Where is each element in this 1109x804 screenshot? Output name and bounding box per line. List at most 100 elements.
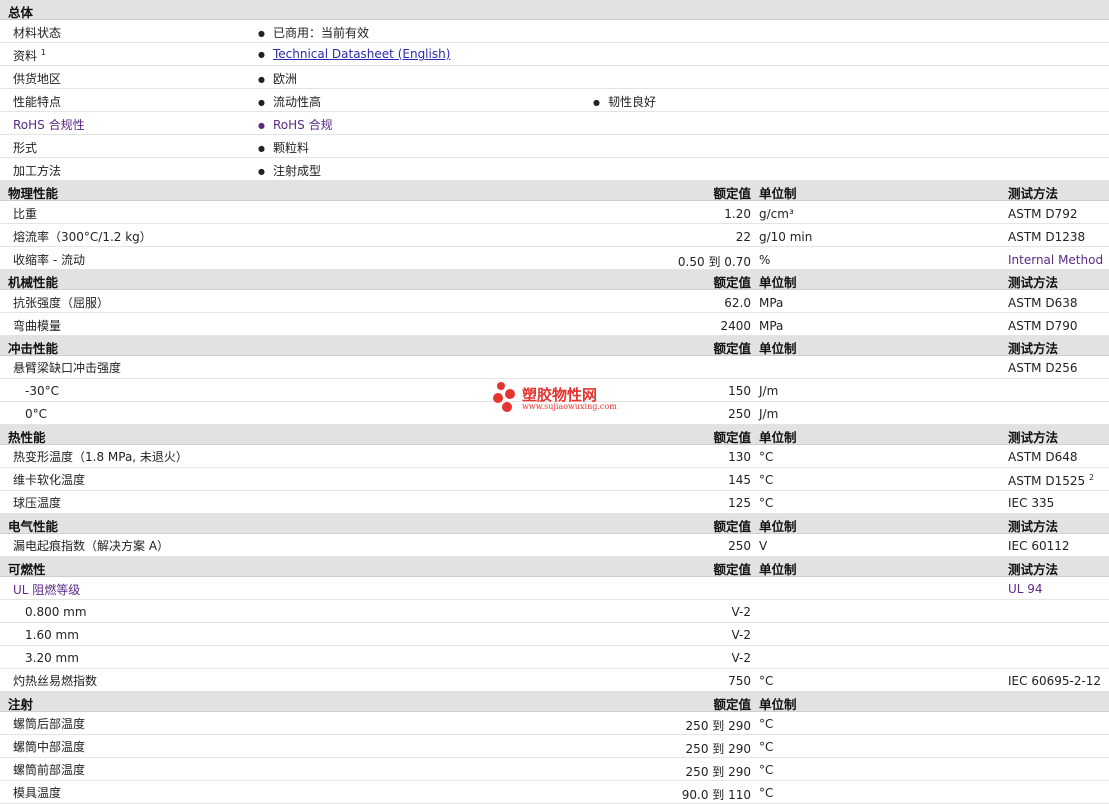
- column-method: 测试方法: [1008, 562, 1059, 577]
- nominal-value: 1.20: [724, 207, 751, 221]
- property-label: -30°C: [25, 384, 59, 398]
- nominal-value: V-2: [731, 628, 751, 642]
- technical-datasheet-link[interactable]: Technical Datasheet (English): [273, 47, 450, 61]
- table-row: 球压温度 125 °C IEC 335: [0, 491, 1109, 514]
- unit-value: °C: [759, 473, 774, 487]
- watermark-url: www.sujiaowuxing.com: [522, 402, 617, 411]
- table-row: 材料状态 已商用：当前有效: [0, 20, 1109, 43]
- column-unit: 单位制: [759, 697, 797, 712]
- unit-value: J/m: [759, 384, 779, 398]
- property-value: 颗粒料: [258, 139, 309, 156]
- property-label: 0.800 mm: [25, 605, 87, 619]
- nominal-value: 130: [728, 450, 751, 464]
- column-nominal: 额定值: [713, 519, 751, 534]
- datasheet-link-item: Technical Datasheet (English): [258, 47, 450, 61]
- unit-value: J/m: [759, 407, 779, 421]
- test-method: ASTM D648: [1008, 450, 1078, 464]
- test-method: IEC 60112: [1008, 539, 1070, 553]
- property-label: 螺筒后部温度: [13, 717, 86, 731]
- section-title: 物理性能: [8, 186, 59, 201]
- section-header-mechanical: 机械性能 额定值 单位制 测试方法: [0, 270, 1109, 290]
- property-label: 收缩率 - 流动: [13, 253, 85, 267]
- table-row: 0.800 mm V-2: [0, 600, 1109, 623]
- test-method: Internal Method: [1008, 253, 1104, 267]
- unit-value: V: [759, 539, 768, 553]
- column-method: 测试方法: [1008, 430, 1059, 445]
- test-method: ASTM D1525 2: [1008, 473, 1095, 488]
- section-title: 总体: [8, 5, 34, 20]
- unit-value: %: [759, 253, 771, 267]
- table-row: 比重 1.20 g/cm³ ASTM D792: [0, 201, 1109, 224]
- logo-dots-icon: [493, 382, 515, 412]
- table-row: 熔流率（300°C/1.2 kg） 22 g/10 min ASTM D1238: [0, 224, 1109, 247]
- table-row: 资料 1 Technical Datasheet (English): [0, 43, 1109, 66]
- section-title: 机械性能: [8, 275, 59, 290]
- watermark-logo: 塑胶物性网 www.sujiaowuxing.com: [493, 381, 623, 415]
- property-label: 螺筒中部温度: [13, 740, 86, 754]
- section-title: 电气性能: [8, 519, 59, 534]
- table-row: 供货地区 欧洲: [0, 66, 1109, 89]
- table-row: 螺筒中部温度 250 到 290 °C: [0, 735, 1109, 758]
- test-method: ASTM D638: [1008, 296, 1078, 310]
- property-value: RoHS 合规: [258, 116, 333, 133]
- property-value: 欧洲: [258, 70, 297, 87]
- section-title: 可燃性: [8, 562, 46, 577]
- section-header-flammability: 可燃性 额定值 单位制 测试方法: [0, 557, 1109, 577]
- property-label: 性能特点: [13, 95, 62, 109]
- table-row: 悬臂梁缺口冲击强度 ASTM D256: [0, 356, 1109, 379]
- table-row: 收缩率 - 流动 0.50 到 0.70 % Internal Method: [0, 247, 1109, 270]
- table-row: 1.60 mm V-2: [0, 623, 1109, 646]
- table-row: UL 阻燃等级 UL 94: [0, 577, 1109, 600]
- property-label: 0°C: [25, 407, 48, 421]
- nominal-value: 62.0: [724, 296, 751, 310]
- table-row: 螺筒前部温度 250 到 290 °C: [0, 758, 1109, 781]
- column-unit: 单位制: [759, 519, 797, 534]
- nominal-value: 250 到 290: [685, 742, 751, 756]
- property-label: 形式: [13, 141, 38, 155]
- column-unit: 单位制: [759, 430, 797, 445]
- property-value: 流动性高: [258, 93, 321, 110]
- property-label: 3.20 mm: [25, 651, 79, 665]
- unit-value: °C: [759, 450, 774, 464]
- unit-value: MPa: [759, 296, 784, 310]
- test-method: ASTM D792: [1008, 207, 1078, 221]
- column-nominal: 额定值: [713, 562, 751, 577]
- unit-value: °C: [759, 786, 774, 800]
- column-nominal: 额定值: [713, 186, 751, 201]
- unit-value: °C: [759, 717, 774, 731]
- nominal-value: 0.50 到 0.70: [677, 255, 751, 269]
- column-method: 测试方法: [1008, 275, 1059, 290]
- column-nominal: 额定值: [713, 341, 751, 356]
- section-header-thermal: 热性能 额定值 单位制 测试方法: [0, 425, 1109, 445]
- test-method: ASTM D1238: [1008, 230, 1086, 244]
- table-row: 模具温度 90.0 到 110 °C: [0, 781, 1109, 804]
- unit-value: g/cm³: [759, 207, 794, 221]
- property-label: 热变形温度（1.8 MPa, 未退火）: [13, 450, 188, 464]
- test-method: IEC 60695-2-12: [1008, 674, 1102, 688]
- nominal-value: 250: [728, 539, 751, 553]
- column-nominal: 额定值: [713, 697, 751, 712]
- table-row: 加工方法 注射成型: [0, 158, 1109, 181]
- test-method: ASTM D256: [1008, 361, 1078, 375]
- column-unit: 单位制: [759, 186, 797, 201]
- unit-value: °C: [759, 763, 774, 777]
- nominal-value: 750: [728, 674, 751, 688]
- section-title: 热性能: [8, 430, 46, 445]
- property-label: 熔流率（300°C/1.2 kg）: [13, 230, 152, 244]
- nominal-value: 145: [728, 473, 751, 487]
- table-row: RoHS 合规性 RoHS 合规: [0, 112, 1109, 135]
- property-label: 加工方法: [13, 164, 62, 178]
- unit-value: °C: [759, 740, 774, 754]
- test-method: UL 94: [1008, 582, 1043, 596]
- property-label: 悬臂梁缺口冲击强度: [13, 361, 122, 375]
- column-method: 测试方法: [1008, 519, 1059, 534]
- column-method: 测试方法: [1008, 186, 1059, 201]
- table-row: 热变形温度（1.8 MPa, 未退火） 130 °C ASTM D648: [0, 445, 1109, 468]
- property-label: 螺筒前部温度: [13, 763, 86, 777]
- column-nominal: 额定值: [713, 430, 751, 445]
- property-label: 1.60 mm: [25, 628, 79, 642]
- property-label: RoHS 合规性: [13, 118, 85, 132]
- section-title: 注射: [8, 697, 34, 712]
- test-method: IEC 335: [1008, 496, 1055, 510]
- table-row: 维卡软化温度 145 °C ASTM D1525 2: [0, 468, 1109, 491]
